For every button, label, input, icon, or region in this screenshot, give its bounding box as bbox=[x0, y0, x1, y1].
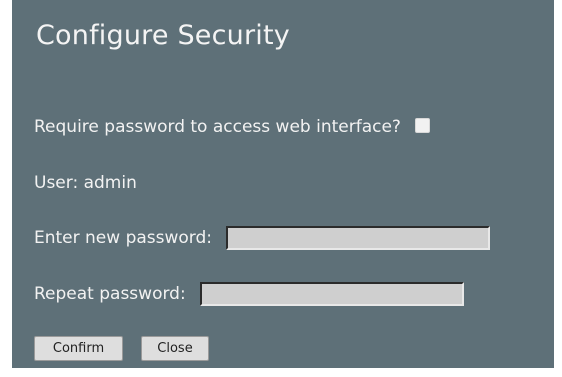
repeat-password-row: Repeat password: bbox=[34, 282, 464, 306]
repeat-password-input[interactable] bbox=[199, 282, 464, 306]
close-button[interactable]: Close bbox=[141, 336, 209, 361]
dialog-title: Configure Security bbox=[36, 20, 290, 51]
confirm-button[interactable]: Confirm bbox=[34, 336, 123, 361]
dialog-buttons: Confirm Close bbox=[34, 336, 209, 361]
user-label: User: admin bbox=[34, 173, 137, 193]
user-row: User: admin bbox=[34, 173, 137, 193]
configure-security-dialog: Configure Security Require password to a… bbox=[12, 0, 554, 368]
new-password-label: Enter new password: bbox=[34, 228, 213, 248]
new-password-input[interactable] bbox=[226, 226, 491, 250]
require-password-label: Require password to access web interface… bbox=[34, 117, 401, 137]
require-password-row: Require password to access web interface… bbox=[34, 117, 430, 137]
new-password-row: Enter new password: bbox=[34, 226, 491, 250]
repeat-password-label: Repeat password: bbox=[34, 284, 186, 304]
require-password-checkbox[interactable] bbox=[414, 117, 430, 133]
